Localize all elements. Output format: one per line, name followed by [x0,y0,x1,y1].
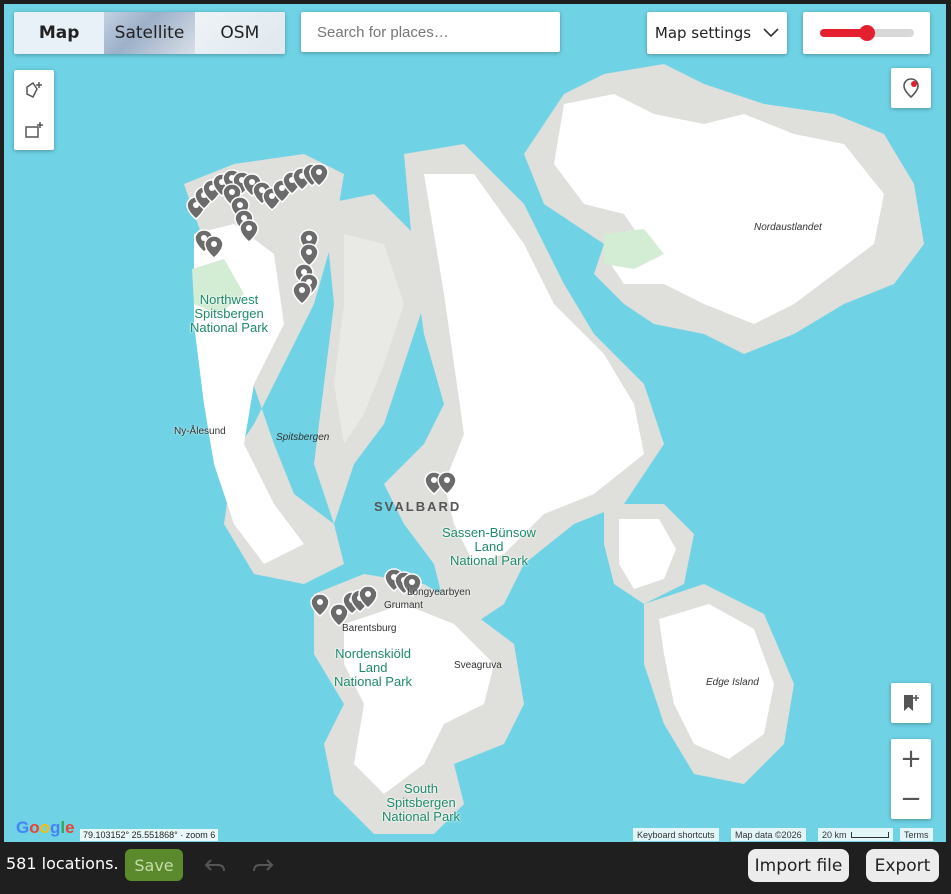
export-button[interactable]: Export [866,849,939,882]
label-nordenskiold-park: Nordenskiöld Land National Park [334,646,413,689]
google-logo: Google [16,818,75,837]
scale-label: 20 km [822,829,847,840]
terms-link[interactable]: Terms [900,828,933,841]
location-count: 581 locations. [6,854,119,873]
slider-knob[interactable] [858,25,875,41]
map-type-osm[interactable]: OSM [194,12,285,54]
marker-style-button[interactable] [891,68,931,108]
label-spitsbergen: Spitsbergen [276,432,330,443]
zoom-out-button[interactable]: − [891,779,931,819]
zoom-in-button[interactable]: + [891,739,931,779]
add-rectangle-icon [25,122,43,138]
redo-icon [253,859,274,872]
scale-bar[interactable]: 20 km [818,828,893,841]
scale-line [850,831,889,838]
label-svalbard: SVALBARD [374,499,462,514]
draw-rectangle-button[interactable] [14,110,54,150]
bookmark-add-icon [904,695,919,711]
marker-layer [186,163,457,627]
add-polygon-icon [26,81,42,99]
map-type-map[interactable]: Map [14,12,105,54]
map-canvas[interactable]: Northwest Spitsbergen National Park Nord… [4,4,946,842]
label-nordaustlandet: Nordaustlandet [754,222,822,233]
label-grumant: Grumant [384,600,423,611]
label-sassen-park: Sassen-Bünsow Land National Park [442,525,536,568]
location-markers [186,163,457,627]
import-file-button[interactable]: Import file [748,849,849,882]
label-edge-island: Edge Island [706,677,759,688]
draw-polygon-button[interactable] [14,70,54,110]
search-input[interactable] [301,12,560,52]
label-nw-park: Northwest Spitsbergen National Park [190,292,269,335]
redo-button[interactable] [248,852,278,878]
label-south-park: South Spitsbergen National Park [382,781,461,824]
save-button[interactable]: Save [125,849,183,881]
map-pin-icon [903,78,919,99]
footer-bar: 581 locations. Save Import file Export [0,842,951,894]
chevron-down-icon [763,28,779,38]
label-ny-alesund: Ny-Ålesund [174,426,226,437]
map-type-satellite[interactable]: Satellite [104,12,195,54]
keyboard-shortcuts-link[interactable]: Keyboard shortcuts [633,828,719,841]
save-view-button[interactable] [891,683,931,723]
zoom-control: + − [891,739,931,819]
map-settings-button[interactable]: Map settings [647,12,787,54]
map-settings-label: Map settings [654,24,752,42]
map-data-attribution: Map data ©2026 [731,828,806,841]
label-sveagruva: Sveagruva [454,660,502,671]
draw-tools [14,70,54,150]
label-barentsburg: Barentsburg [342,623,397,634]
coordinates-readout: 79.103152° 25.551868° · zoom 6 [80,829,219,841]
opacity-slider[interactable] [803,12,930,54]
label-longyearbyen: Longyearbyen [407,587,471,598]
undo-button[interactable] [200,852,230,878]
map-type-switcher: Map Satellite OSM [14,12,285,54]
undo-icon [204,859,225,872]
slider-track[interactable] [819,25,914,41]
